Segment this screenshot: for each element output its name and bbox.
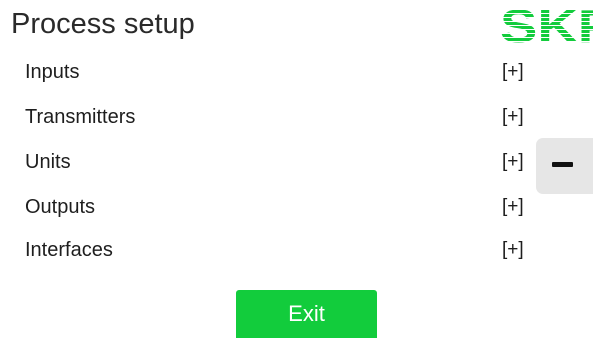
expand-toggle[interactable]: [+]: [502, 238, 524, 262]
menu-item-label: Outputs: [25, 196, 96, 218]
menu-item-label: Inputs: [25, 61, 80, 83]
menu-item-transmitters[interactable]: Transmitters [+]: [0, 95, 560, 139]
menu-item-label: Transmitters: [25, 106, 136, 128]
collapse-panel-button[interactable]: [536, 138, 593, 194]
page-title: Process setup: [11, 8, 195, 40]
logo-wordmark-icon: SKF: [500, 6, 593, 46]
brand-logo: SKF: [500, 6, 593, 46]
menu-item-units[interactable]: Units [+]: [0, 140, 560, 184]
expand-toggle[interactable]: [+]: [502, 60, 524, 84]
menu-item-label: Interfaces: [25, 239, 113, 261]
menu-item-interfaces[interactable]: Interfaces [+]: [0, 228, 560, 272]
menu-item-inputs[interactable]: Inputs [+]: [0, 50, 560, 94]
exit-button[interactable]: Exit: [236, 290, 377, 338]
menu-item-label: Units: [25, 151, 71, 173]
minus-icon: [552, 162, 573, 167]
menu-item-outputs[interactable]: Outputs [+]: [0, 185, 560, 229]
expand-toggle[interactable]: [+]: [502, 195, 524, 219]
expand-toggle[interactable]: [+]: [502, 105, 524, 129]
svg-text:SKF: SKF: [500, 6, 593, 46]
expand-toggle[interactable]: [+]: [502, 150, 524, 174]
